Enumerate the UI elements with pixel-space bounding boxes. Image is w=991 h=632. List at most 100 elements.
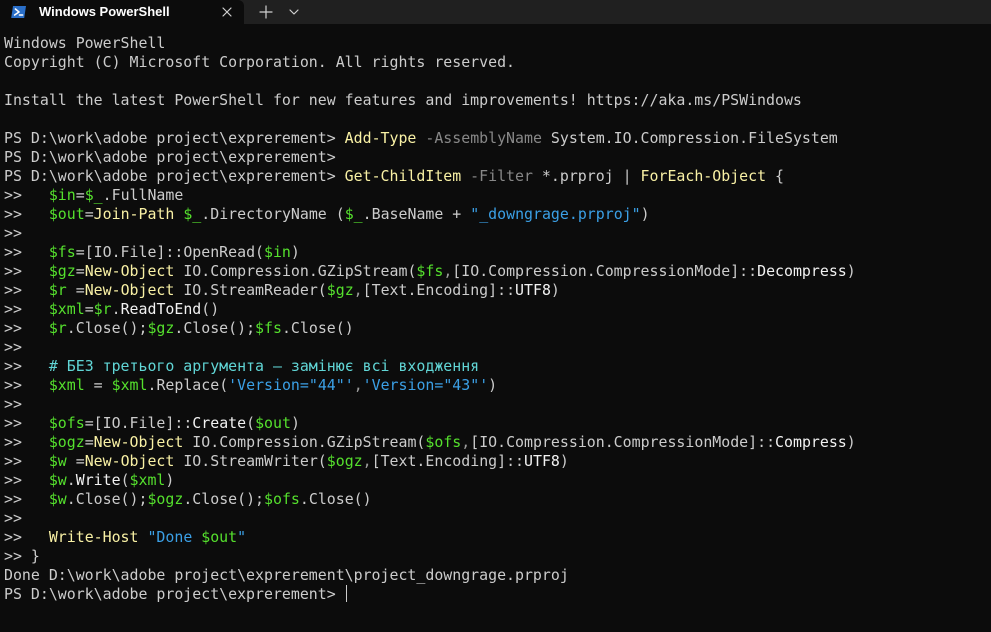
terminal-text: Write (75, 471, 121, 489)
terminal-text: >> (4, 452, 49, 470)
terminal-text: UTF8 (515, 281, 551, 299)
terminal-text: $ofs (264, 490, 300, 508)
tab-dropdown-button[interactable] (284, 2, 304, 22)
title-bar: Windows PowerShell (0, 0, 991, 24)
terminal-text: .Close(); (174, 319, 256, 337)
terminal-text: New-Object (93, 433, 184, 451)
terminal-text: " (237, 528, 247, 546)
terminal-text: >> (4, 528, 49, 546)
terminal-text: $r (93, 300, 112, 318)
terminal-text: $fs (255, 319, 282, 337)
terminal-text: .Close(); (66, 490, 148, 508)
terminal-text: ) (846, 262, 856, 280)
terminal-text: ( (246, 414, 256, 432)
terminal-line: >> (4, 509, 989, 528)
terminal-text: $w (48, 471, 67, 489)
terminal-line: Windows PowerShell (4, 34, 989, 53)
terminal-line: >> (4, 224, 989, 243)
terminal-line: Copyright (C) Microsoft Corporation. All… (4, 53, 989, 72)
terminal-text: IO.Compression.GZipStream( (174, 262, 417, 280)
terminal-text: >> (4, 471, 49, 489)
terminal-line: >> $gz=New-Object IO.Compression.GZipStr… (4, 262, 989, 281)
terminal-text: . (111, 300, 121, 318)
terminal-text: $_ (84, 186, 103, 204)
terminal-text: ) (488, 376, 498, 394)
terminal-text: UTF8 (524, 452, 560, 470)
terminal-text: IO.StreamWriter( (174, 452, 327, 470)
text-cursor (345, 585, 347, 602)
terminal-text: $gz (147, 319, 175, 337)
chevron-down-icon (289, 9, 299, 15)
terminal-line: >> $out=Join-Path $_.DirectoryName ($_.B… (4, 205, 989, 224)
terminal-text: Join-Path (93, 205, 175, 223)
terminal-text: $gz (326, 281, 354, 299)
powershell-icon (10, 3, 28, 21)
terminal-text: >> (4, 490, 49, 508)
terminal-line: PS D:\work\adobe project\exprerement> Ad… (4, 129, 989, 148)
terminal-text: [Text.Encoding]:: (371, 452, 525, 470)
terminal-text: $r (48, 281, 67, 299)
terminal-text: = (84, 433, 94, 451)
terminal-text: $in (48, 186, 76, 204)
terminal-text: $xml (48, 300, 85, 318)
terminal-text: New-Object (84, 281, 175, 299)
close-icon[interactable] (218, 3, 236, 21)
terminal-text: Done D:\work\adobe project\exprerement\p… (4, 566, 569, 584)
terminal-text: = (66, 281, 85, 299)
terminal-text: >> (4, 414, 49, 432)
terminal-text: >> (4, 205, 49, 223)
terminal-text: IO.Compression.GZipStream( (183, 433, 426, 451)
terminal-line: >> Write-Host "Done $out" (4, 528, 989, 547)
terminal-text: Compress (775, 433, 847, 451)
terminal-text: = (75, 262, 85, 280)
terminal-text: >> (4, 224, 22, 242)
terminal-text: .Close(); (183, 490, 265, 508)
terminal-text: ) (559, 452, 569, 470)
terminal-text: = (66, 452, 85, 470)
terminal-text: 'Version="44"' (228, 376, 354, 394)
terminal-text: IO.StreamReader( (174, 281, 327, 299)
terminal-text: 'Version="43"' (362, 376, 489, 394)
terminal-text: ) (290, 414, 300, 432)
terminal-text: Decompress (757, 262, 847, 280)
terminal-line: >> $w.Write($xml) (4, 471, 989, 490)
terminal-text: PS D:\work\adobe project\exprerement> (4, 585, 345, 603)
terminal-text: PS D:\work\adobe project\exprerement> (4, 129, 345, 147)
terminal-line: Done D:\work\adobe project\exprerement\p… (4, 566, 989, 585)
terminal-output[interactable]: Windows PowerShell Copyright (C) Microsof… (4, 34, 989, 604)
terminal-text: Windows PowerShell (4, 34, 166, 52)
terminal-text: $out (201, 528, 238, 546)
terminal-text: Add-Type (344, 129, 417, 147)
terminal-text: .Close() (299, 490, 372, 508)
tab-windows-powershell[interactable]: Windows PowerShell (0, 0, 244, 24)
terminal-text: $in (264, 243, 291, 261)
terminal-line: >> (4, 338, 989, 357)
terminal-text: -AssemblyName (416, 129, 542, 147)
terminal-window: Windows PowerShell Windows PowerShell Cop… (0, 0, 991, 632)
terminal-line: >> $ofs=[IO.File]::Create($out) (4, 414, 989, 433)
terminal-text: >> (4, 186, 49, 204)
terminal-text: $xml (129, 471, 166, 489)
terminal-line: >> $w.Close();$ogz.Close();$ofs.Close() (4, 490, 989, 509)
terminal-line: PS D:\work\adobe project\exprerement> Ge… (4, 167, 989, 186)
terminal-text: Copyright (C) Microsoft Corporation. All… (4, 53, 516, 71)
terminal-text: = (84, 376, 112, 394)
terminal-text: Get-ChildItem (344, 167, 462, 185)
terminal-text: , (353, 376, 363, 394)
terminal-line: >> $xml = $xml.Replace('Version="44"','V… (4, 376, 989, 395)
terminal-text: $ofs (48, 414, 85, 432)
terminal-text: .BaseName + (362, 205, 471, 223)
new-tab-button[interactable] (255, 2, 277, 22)
terminal-text: ) (550, 281, 560, 299)
terminal-text: PS D:\work\adobe project\exprerement> (4, 148, 336, 166)
terminal-text: , (353, 281, 363, 299)
terminal-text: $ogz (147, 490, 184, 508)
terminal-text: >> (4, 281, 49, 299)
terminal-text: $out (255, 414, 291, 432)
terminal-line: >> $r =New-Object IO.StreamReader($gz,[T… (4, 281, 989, 300)
terminal-text: $ogz (326, 452, 363, 470)
terminal-line: >> # БЕЗ третього аргумента — замінює вс… (4, 357, 989, 376)
terminal-text: [Text.Encoding]:: (362, 281, 516, 299)
terminal-text: >> } (4, 547, 40, 565)
